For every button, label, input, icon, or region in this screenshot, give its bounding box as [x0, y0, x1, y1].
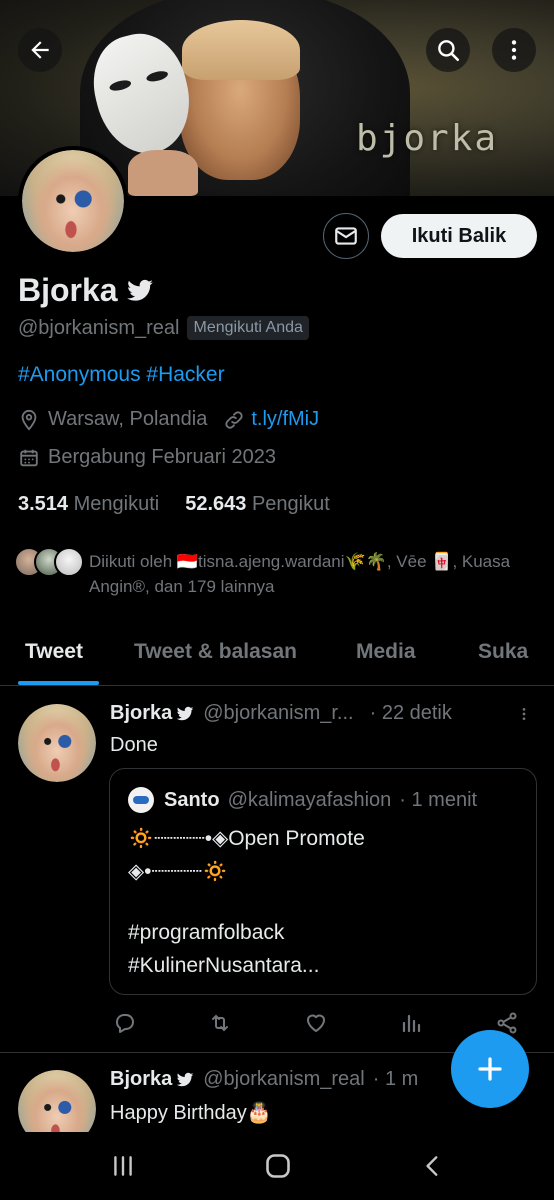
display-name-row: Bjorka: [18, 272, 156, 309]
tweet-time: · 1 m: [372, 1068, 419, 1090]
tab-likes[interactable]: Suka: [478, 640, 528, 664]
quoted-tweet-header: Santo @kalimayafashion · 1 menit: [128, 787, 477, 813]
compose-tweet-button[interactable]: [451, 1030, 529, 1108]
home-icon: [266, 1154, 290, 1178]
banner-hair-art: [182, 20, 300, 80]
reply-button[interactable]: [110, 1008, 140, 1038]
tab-media[interactable]: Media: [356, 640, 416, 664]
quoted-author-name: Santo: [164, 788, 220, 811]
profile-location: Warsaw, Polandia: [48, 408, 208, 430]
quoted-text-line: 🔅┈┈┈┈•◈Open Promote: [128, 827, 365, 850]
quoted-author-handle: @kalimayafashion: [227, 788, 392, 811]
tweet-author-handle: @bjorkanism_real: [203, 1068, 365, 1090]
tweet-text: Done: [110, 734, 158, 756]
recent-apps-button[interactable]: [103, 1150, 143, 1182]
mutual-followers-text[interactable]: Diikuti oleh 🇮🇩tisna.ajeng.wardani🌾🌴, Vē…: [89, 549, 549, 599]
plus-icon: [478, 1057, 502, 1081]
display-name: Bjorka: [18, 272, 118, 308]
search-button[interactable]: [426, 28, 470, 72]
mutual-avatar: [54, 547, 84, 577]
location-link-row: Warsaw, Polandia t.ly/fMiJ: [18, 408, 319, 431]
quoted-author-avatar: [128, 787, 154, 813]
joined-row: Bergabung Februari 2023: [18, 446, 276, 469]
system-navigation-bar: [0, 1132, 554, 1200]
search-icon: [438, 40, 460, 62]
quoted-tweet-time: · 1 menit: [399, 788, 478, 811]
link-icon: [225, 410, 243, 429]
tweet-author-handle: @bjorkanism_r...: [203, 702, 354, 724]
tweet-text: Happy Birthday🎂: [110, 1102, 272, 1124]
following-count-link[interactable]: 3.514 Mengikuti: [18, 493, 159, 516]
home-button[interactable]: [258, 1150, 298, 1182]
analytics-button[interactable]: [396, 1008, 426, 1038]
quoted-text-line: #programfolback: [128, 921, 285, 944]
followers-count: 52.643: [185, 493, 247, 515]
retweet-icon: [212, 1014, 228, 1032]
twitter-bird-icon: [177, 1072, 194, 1086]
arrow-left-icon: [31, 41, 49, 59]
tweet-author-name[interactable]: Bjorka: [110, 1068, 172, 1091]
tab-tweet[interactable]: Tweet: [25, 640, 83, 664]
tab-tweet-replies[interactable]: Tweet & balasan: [134, 640, 297, 664]
twitter-bird-icon: [126, 279, 153, 301]
more-options-button[interactable]: [492, 28, 536, 72]
quoted-tweet[interactable]: Santo @kalimayafashion · 1 menit 🔅┈┈┈┈•◈…: [109, 768, 537, 995]
tweet-author-name[interactable]: Bjorka: [110, 702, 172, 725]
calendar-icon: [20, 449, 38, 466]
following-count: 3.514: [18, 493, 69, 515]
tweet-header: Bjorka @bjorkanism_real · 1 m: [110, 1068, 418, 1091]
quoted-text-line: ◈•┈┈┈┈🔅: [128, 860, 229, 883]
more-vertical-icon: [511, 40, 517, 60]
tweet-author-avatar[interactable]: [18, 704, 96, 782]
twitter-bird-icon: [177, 706, 194, 720]
like-button[interactable]: [301, 1008, 331, 1038]
banner-brand-text: bjorka: [356, 118, 499, 159]
nav-back-button[interactable]: [413, 1150, 453, 1182]
profile-avatar[interactable]: [18, 146, 128, 256]
profile-link[interactable]: t.ly/fMiJ: [251, 408, 319, 431]
message-button[interactable]: [323, 213, 369, 259]
heart-icon: [307, 1014, 325, 1032]
followers-count-link[interactable]: 52.643 Pengikut: [185, 493, 330, 516]
analytics-icon: [402, 1014, 421, 1033]
chevron-left-icon: [426, 1156, 438, 1176]
retweet-button[interactable]: [205, 1008, 235, 1038]
recent-apps-icon: [114, 1156, 132, 1176]
reply-icon: [116, 1014, 134, 1033]
tweet-time: · 22 detik: [369, 702, 452, 724]
joined-date: Bergabung Februari 2023: [48, 446, 276, 468]
follows-you-badge: Mengikuti Anda: [187, 316, 309, 340]
profile-handle: @bjorkanism_real: [18, 316, 180, 339]
location-pin-icon: [21, 409, 37, 431]
followers-label: Pengikut: [251, 493, 330, 515]
avatar-image: [18, 704, 96, 782]
profile-bio[interactable]: #Anonymous #Hacker: [18, 363, 225, 387]
following-label: Mengikuti: [73, 493, 160, 515]
envelope-icon: [335, 227, 357, 245]
handle-row: @bjorkanism_real Mengikuti Anda: [18, 316, 309, 340]
profile-tabs: Tweet Tweet & balasan Media Suka: [0, 620, 554, 686]
back-button[interactable]: [18, 28, 62, 72]
quoted-text-line: #KulinerNusantara...: [128, 954, 320, 977]
more-vertical-icon: [522, 708, 526, 720]
follow-counts: 3.514 Mengikuti 52.643 Pengikut: [18, 493, 330, 516]
tweet-more-button[interactable]: [514, 700, 534, 728]
banner-hand-art: [128, 150, 198, 196]
tweet-header: Bjorka @bjorkanism_r... · 22 detik: [110, 702, 452, 725]
mutual-followers-avatars[interactable]: [14, 547, 84, 577]
active-tab-indicator: [18, 681, 99, 685]
avatar-image: [22, 150, 124, 252]
follow-back-button[interactable]: Ikuti Balik: [381, 214, 537, 258]
